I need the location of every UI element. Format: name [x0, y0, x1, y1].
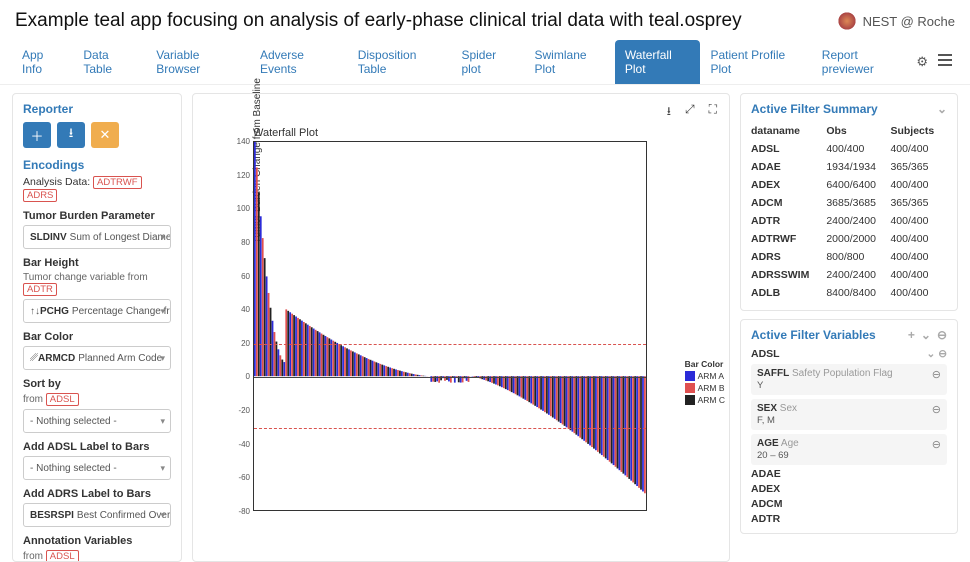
add-adsl-select[interactable]: - Nothing selected - — [23, 456, 171, 480]
sortby-select[interactable]: - Nothing selected - — [23, 409, 171, 433]
expand-plot-icon[interactable]: ⤢ — [685, 102, 695, 123]
reset-button[interactable]: ✕ — [91, 122, 119, 148]
analysis-data-label: Analysis Data: — [23, 176, 90, 188]
reference-line — [254, 428, 646, 429]
encoding-panel: Reporter ＋ ⭳ ✕ Encodings Analysis Data: … — [12, 93, 182, 562]
brand-text: NEST @ Roche — [863, 14, 955, 29]
filter-summary-table: datanameObsSubjects ADSL400/400400/400AD… — [751, 122, 947, 302]
download-plot-icon[interactable]: ⭳ — [667, 102, 671, 123]
bar-height-label: Bar Height — [23, 257, 171, 269]
download-button[interactable]: ⭳ — [57, 122, 85, 148]
filter-summary-title: Active Filter Summary — [751, 102, 878, 116]
adtr-tag: ADTR — [23, 283, 57, 296]
add-adrs-label: Add ADRS Label to Bars — [23, 488, 171, 500]
tab-variable-browser[interactable]: Variable Browser — [146, 40, 250, 84]
remove-filter-icon[interactable]: ⊖ — [932, 368, 941, 381]
tab-report-previewer[interactable]: Report previewer — [812, 40, 917, 84]
zero-line — [254, 377, 646, 378]
add-filter-icon[interactable]: + — [908, 328, 915, 342]
table-row: ADAE1934/1934365/365 — [751, 158, 947, 176]
gear-icon[interactable]: ⚙ — [916, 54, 928, 70]
brand: NEST @ Roche — [837, 11, 955, 31]
table-row: ADEX6400/6400400/400 — [751, 176, 947, 194]
filter-dataset[interactable]: ADAE — [751, 468, 947, 480]
annot-vars-label: Annotation Variables — [23, 535, 171, 547]
hamburger-icon[interactable] — [938, 54, 952, 66]
tabbar-tools: ⚙ — [916, 54, 958, 70]
fullscreen-plot-icon[interactable]: ⛶ — [709, 102, 717, 123]
encodings-heading: Encodings — [23, 158, 171, 172]
remove-filter-icon[interactable]: ⊖ — [932, 438, 941, 451]
tab-data-table[interactable]: Data Table — [73, 40, 146, 84]
filter-dataset[interactable]: ADCM — [751, 498, 947, 510]
tab-waterfall-plot[interactable]: Waterfall Plot — [615, 40, 701, 84]
table-row: ADLB8400/8400400/400 — [751, 284, 947, 302]
nest-logo-icon — [837, 11, 857, 31]
table-row: ADRSSWIM2400/2400400/400 — [751, 266, 947, 284]
add-adsl-label: Add ADSL Label to Bars — [23, 441, 171, 453]
waterfall-chart: Tumor Burden Change from Baseline -80-60… — [253, 141, 647, 511]
tab-spider-plot[interactable]: Spider plot — [451, 40, 524, 84]
legend-item: ARM B — [685, 383, 725, 393]
remove-filter-icon[interactable]: ⊖ — [932, 403, 941, 416]
bar-color-select[interactable]: ␥ ARMCDPlanned Arm Code — [23, 346, 171, 370]
sortby-label: Sort by — [23, 378, 171, 390]
filter-summary-panel: Active Filter Summary ⌄ datanameObsSubje… — [740, 93, 958, 311]
filter-dataset-adsl[interactable]: ADSL ⌄ ⊖ — [751, 348, 947, 360]
plot-title: Waterfall Plot — [253, 127, 717, 139]
add-adrs-select[interactable]: BESRSPIBest Confirmed Overall Respo — [23, 503, 171, 527]
filter-variables-panel: Active Filter Variables + ⌄ ⊖ ADSL ⌄ ⊖ S… — [740, 319, 958, 534]
analysis-tag: ADRS — [23, 189, 57, 202]
legend-title: Bar Color — [685, 359, 725, 369]
tab-swimlane-plot[interactable]: Swimlane Plot — [525, 40, 615, 84]
chevron-down-icon[interactable]: ⌄ — [937, 102, 947, 116]
adsl-tag-2: ADSL — [46, 550, 79, 562]
table-row: ADRS800/800400/400 — [751, 248, 947, 266]
legend-item: ARM C — [685, 395, 725, 405]
remove-filters-icon[interactable]: ⊖ — [937, 328, 947, 342]
filter-chip[interactable]: SEX SexF, M⊖ — [751, 399, 947, 430]
table-row: ADTR2400/2400400/400 — [751, 212, 947, 230]
filter-vars-title: Active Filter Variables — [751, 328, 876, 342]
chevron-down-icon[interactable]: ⌄ — [921, 328, 931, 342]
tumor-param-select[interactable]: SLDINVSum of Longest Diameter by Inv — [23, 225, 171, 249]
analysis-tag: ADTRWF — [93, 176, 141, 189]
tab-bar: App InfoData TableVariable BrowserAdvers… — [0, 40, 970, 85]
add-card-button[interactable]: ＋ — [23, 122, 51, 148]
filter-dataset[interactable]: ADTR — [751, 513, 947, 525]
reporter-heading: Reporter — [23, 102, 171, 116]
legend-item: ARM A — [685, 371, 725, 381]
table-row: ADCM3685/3685365/365 — [751, 194, 947, 212]
plot-panel: ⭳ ⤢ ⛶ Waterfall Plot Tumor Burden Change… — [192, 93, 730, 562]
filter-dataset[interactable]: ADEX — [751, 483, 947, 495]
table-row: ADTRWF2000/2000400/400 — [751, 230, 947, 248]
filter-chip[interactable]: SAFFL Safety Population FlagY⊖ — [751, 364, 947, 395]
tab-patient-profile-plot[interactable]: Patient Profile Plot — [700, 40, 811, 84]
reference-line — [254, 344, 646, 345]
tab-disposition-table[interactable]: Disposition Table — [348, 40, 452, 84]
bar-color-label: Bar Color — [23, 331, 171, 343]
legend: Bar Color ARM A ARM B ARM C — [685, 357, 725, 405]
adsl-tag: ADSL — [46, 393, 79, 406]
page-title: Example teal app focusing on analysis of… — [15, 10, 742, 32]
tab-adverse-events[interactable]: Adverse Events — [250, 40, 348, 84]
tumor-param-label: Tumor Burden Parameter — [23, 210, 171, 222]
filter-chip[interactable]: AGE Age20 – 69⊖ — [751, 434, 947, 465]
bar-height-select[interactable]: ↑↓ PCHGPercentage Change from Base — [23, 299, 171, 323]
tab-app-info[interactable]: App Info — [12, 40, 73, 84]
table-row: ADSL400/400400/400 — [751, 140, 947, 158]
